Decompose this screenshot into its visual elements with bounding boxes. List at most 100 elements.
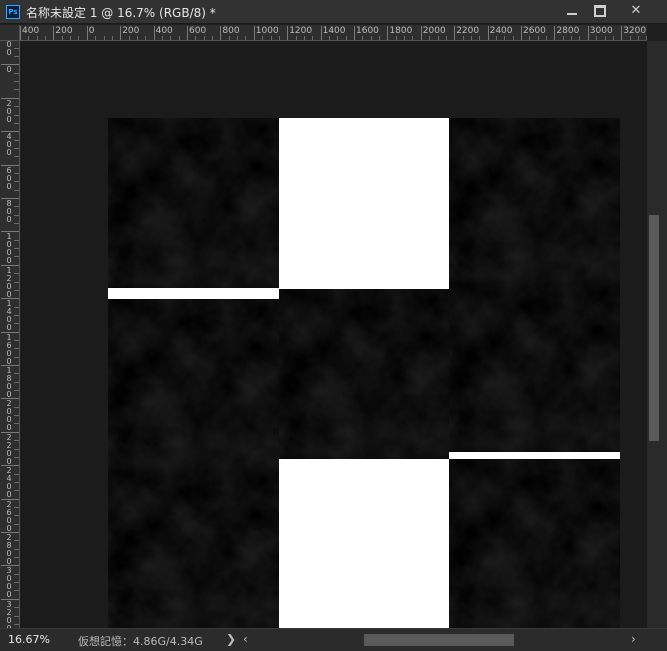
ruler-tick [220,26,222,40]
ruler-minor-tick [429,36,431,40]
ruler-tick [287,26,289,40]
ruler-minor-tick [14,506,19,508]
horizontal-scroll-thumb[interactable] [364,634,514,646]
ruler-tick [320,26,322,40]
ruler-label: 0 [6,65,12,75]
ruler-minor-tick [14,473,19,475]
ruler-minor-tick [370,36,372,40]
ruler-minor-tick [14,448,19,450]
ruler-label: 400 [22,26,40,36]
ruler-label: 2 6 0 0 [6,499,12,533]
ruler-label: 1 2 0 0 [6,265,12,299]
ruler-label: 1600 [356,26,379,36]
ruler-minor-tick [14,72,19,74]
minimize-icon [567,12,577,15]
ruler-minor-tick [404,36,406,40]
ruler-minor-tick [14,607,19,609]
ruler-minor-tick [278,36,280,40]
ruler-minor-tick [529,36,531,40]
ruler-minor-tick [14,557,19,559]
ruler-minor-tick [14,582,19,584]
close-button[interactable]: ✕ [620,0,652,24]
canvas-area[interactable] [21,41,647,628]
ruler-minor-tick [14,548,19,550]
clouds-tile-r3c1 [108,470,279,628]
ruler-minor-tick [14,314,19,316]
ruler-minor-tick [78,36,80,40]
ps-icon: Ps [6,5,20,19]
document-title-bar[interactable]: Ps 名称未設定 1 @ 16.7% (RGB/8) * ✕ [0,0,667,24]
ruler-label: 800 [222,26,240,36]
ruler-minor-tick [14,540,19,542]
ruler-tick [420,26,422,40]
vertical-ruler[interactable]: 2 0 0 0 2 0 0 4 0 0 6 0 0 8 0 0 1 0 0 01 2 0 0… [0,41,20,628]
ruler-label: 6 0 0 [6,165,12,191]
ruler-minor-tick [14,373,19,375]
ruler-tick [454,26,456,40]
maximize-button[interactable] [584,0,616,24]
vertical-scrollbar[interactable] [647,41,667,628]
ruler-minor-tick [395,36,397,40]
ruler-minor-tick [14,415,19,417]
ruler-minor-tick [14,615,19,617]
ruler-label: 2200 [456,26,480,36]
ruler-minor-tick [14,206,19,208]
ruler-label: 400 [155,26,173,36]
ruler-minor-tick [228,36,230,40]
ruler-minor-tick [14,381,19,383]
ruler-tick [53,26,55,40]
ruler-minor-tick [14,156,19,158]
document-title: 名称未設定 1 @ 16.7% (RGB/8) * [26,6,216,20]
ruler-tick [354,26,355,40]
ruler-minor-tick [14,56,19,58]
clouds-tile-r1c3 [449,118,620,282]
ruler-minor-tick [136,36,138,40]
ruler-minor-tick [14,181,19,183]
clouds-tile-r2c3 [449,282,620,452]
ruler-minor-tick [14,306,19,308]
scroll-left-arrow-icon[interactable]: ‹ [243,632,248,646]
ruler-minor-tick [14,256,19,258]
ruler-minor-tick [145,36,147,40]
ruler-minor-tick [14,214,19,216]
ruler-minor-tick [14,189,19,191]
ruler-minor-tick [14,573,19,575]
ruler-label: 3200 [623,26,647,36]
ruler-minor-tick [445,36,447,40]
ruler-minor-tick [462,36,464,40]
horizontal-ruler[interactable]: 400 200 0 200 400 600 800 1000 1200 1400 1600 1800 2… [20,25,647,41]
ruler-minor-tick [14,273,19,275]
ruler-label: 1400 [322,26,346,36]
ruler-minor-tick [362,36,364,40]
ruler-minor-tick [61,36,63,40]
vertical-scroll-thumb[interactable] [649,215,659,441]
ruler-tick [587,26,589,40]
status-menu-arrow-icon[interactable]: ❯ [226,632,236,646]
ruler-origin-corner[interactable] [0,25,20,41]
ruler-minor-tick [14,348,19,350]
ruler-tick [521,26,522,40]
document-canvas[interactable] [108,118,620,628]
ruler-minor-tick [14,323,19,325]
ruler-tick [487,26,489,40]
ruler-minor-tick [45,36,47,40]
ruler-minor-tick [14,248,19,250]
ruler-tick [187,26,188,40]
ruler-minor-tick [14,139,19,141]
horizontal-scrollbar[interactable] [256,634,626,646]
ruler-minor-tick [14,623,19,625]
ruler-minor-tick [178,36,180,40]
ruler-tick [153,26,155,40]
scroll-right-arrow-icon[interactable]: › [631,632,636,646]
ruler-minor-tick [14,456,19,458]
zoom-level[interactable]: 16.67% [8,633,50,646]
ruler-minor-tick [262,36,264,40]
ruler-label: 200 [122,26,140,36]
ruler-minor-tick [479,36,481,40]
ruler-minor-tick [14,223,19,225]
ruler-minor-tick [70,36,72,40]
ruler-label: 600 [189,26,207,36]
status-bar: 16.67% 仮想記憶：4.86G/4.34G ❯ ‹ › [0,628,667,651]
clouds-tile-r1c1 [108,118,279,288]
ruler-label: 2800 [556,26,580,36]
